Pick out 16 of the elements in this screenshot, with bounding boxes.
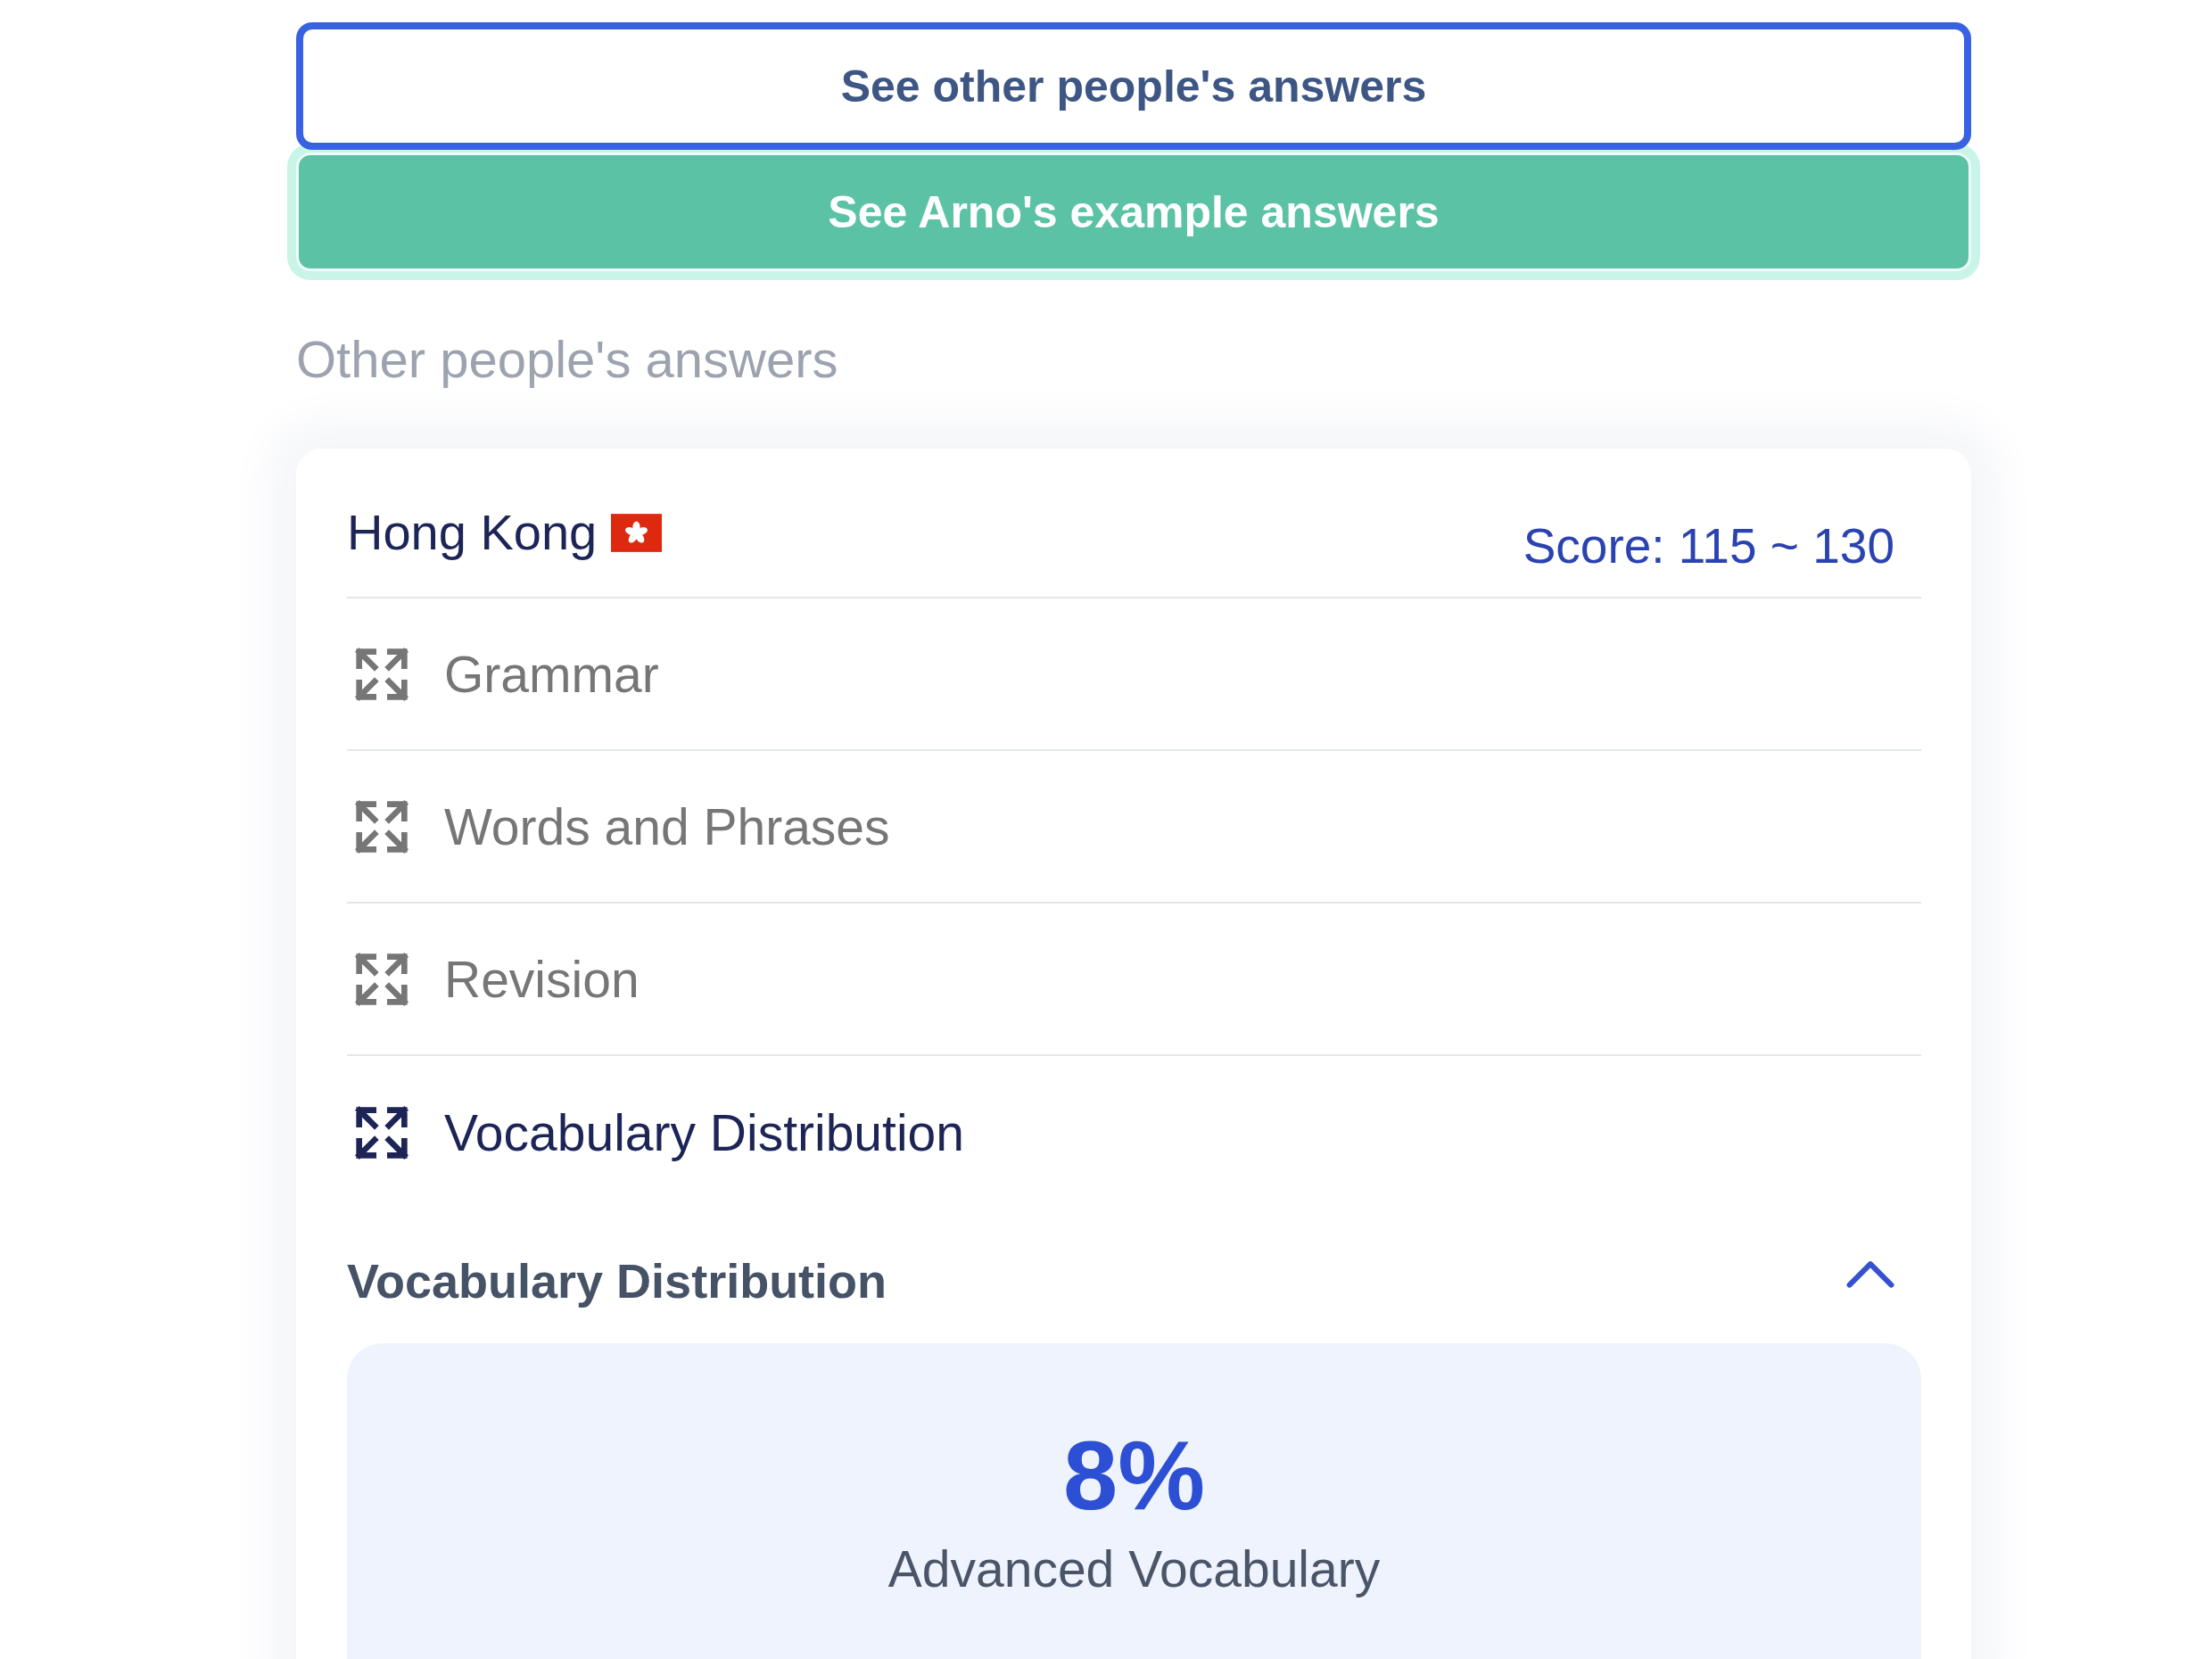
flag-icon <box>611 513 663 552</box>
section-title: Other people's answers <box>296 331 839 388</box>
expand-icon <box>353 950 410 1008</box>
category-item[interactable]: Grammar <box>347 598 1921 751</box>
stat-value: 8% <box>1063 1421 1205 1529</box>
detail-title: Vocabulary Distribution <box>347 1253 887 1309</box>
region-name: Hong Kong <box>347 504 598 561</box>
stat-label: Advanced Vocabulary <box>887 1540 1381 1597</box>
answers-button[interactable]: See other people's answers <box>296 22 1971 150</box>
category-item[interactable]: Revision <box>347 904 1921 1056</box>
expand-icon <box>353 645 410 703</box>
expand-icon <box>353 797 410 855</box>
expand-icon <box>353 1103 410 1161</box>
category-item[interactable]: Words and Phrases <box>347 751 1921 904</box>
score-text: Score: 115 ~ 130 <box>1523 517 1894 574</box>
category-item[interactable]: Vocabulary Distribution <box>347 1056 1921 1209</box>
